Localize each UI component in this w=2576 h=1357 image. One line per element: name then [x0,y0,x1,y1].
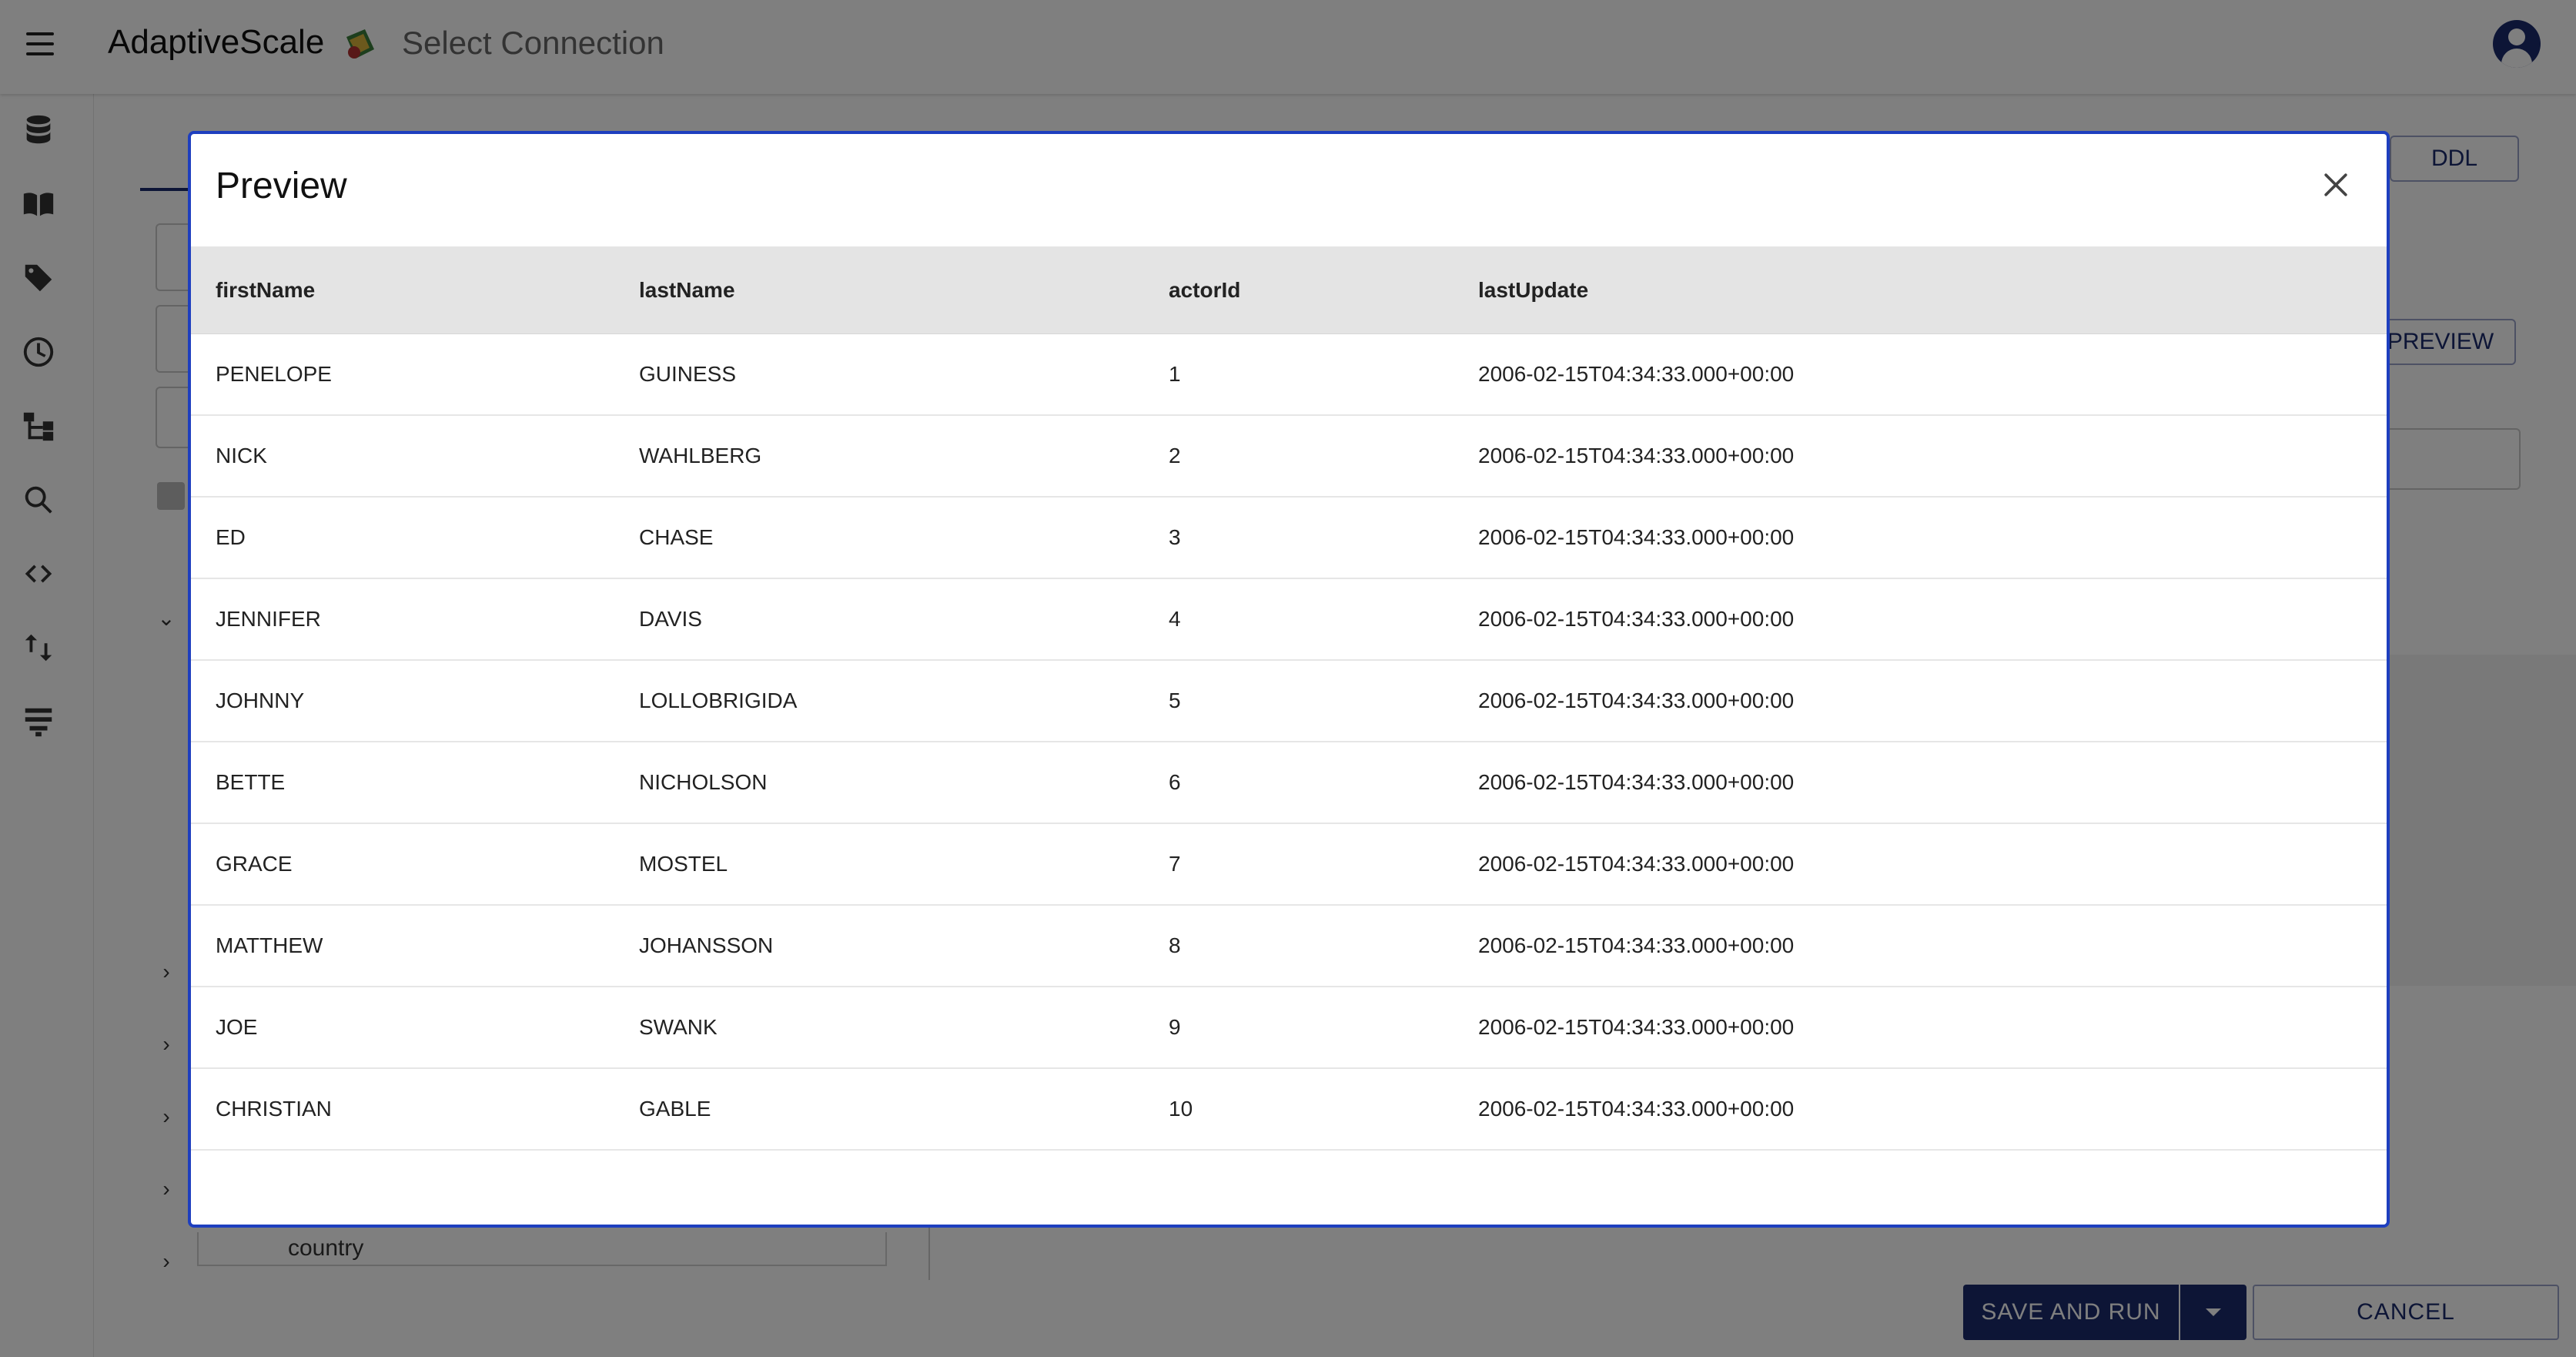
cell-lastupdate: 2006-02-15T04:34:33.000+00:00 [1478,444,1795,467]
cell-lastupdate: 2006-02-15T04:34:33.000+00:00 [1478,770,1795,794]
cell-actorid: 7 [1169,852,1181,876]
cell-lastname: JOHANSSON [639,933,774,957]
cell-firstname: JENNIFER [216,607,321,631]
preview-table: firstName lastName actorId lastUpdate PE… [191,246,2387,1151]
cell-lastupdate: 2006-02-15T04:34:33.000+00:00 [1478,933,1795,957]
table-row: GRACE MOSTEL 7 2006-02-15T04:34:33.000+0… [191,824,2387,906]
table-row: JOHNNY LOLLOBRIGIDA 5 2006-02-15T04:34:3… [191,661,2387,742]
dialog-title: Preview [216,166,347,206]
table-row: CHRISTIAN GABLE 10 2006-02-15T04:34:33.0… [191,1069,2387,1151]
preview-dialog: Preview firstName lastName actorId lastU… [188,131,2390,1228]
cell-firstname: JOHNNY [216,689,305,712]
column-header-lastupdate[interactable]: lastUpdate [1478,246,1588,333]
table-row: JENNIFER DAVIS 4 2006-02-15T04:34:33.000… [191,579,2387,661]
cell-lastname: GUINESS [639,362,737,386]
cell-actorid: 1 [1169,362,1181,386]
cell-lastname: NICHOLSON [639,770,768,794]
cell-lastupdate: 2006-02-15T04:34:33.000+00:00 [1478,1015,1795,1039]
cell-firstname: NICK [216,444,267,467]
cell-actorid: 6 [1169,770,1181,794]
cell-lastname: WAHLBERG [639,444,762,467]
table-row: BETTE NICHOLSON 6 2006-02-15T04:34:33.00… [191,742,2387,824]
cell-lastupdate: 2006-02-15T04:34:33.000+00:00 [1478,1097,1795,1121]
table-row: JOE SWANK 9 2006-02-15T04:34:33.000+00:0… [191,987,2387,1069]
cell-lastname: SWANK [639,1015,718,1039]
cell-firstname: JOE [216,1015,258,1039]
cell-actorid: 3 [1169,525,1181,549]
close-icon[interactable] [2319,168,2353,202]
table-row: ED CHASE 3 2006-02-15T04:34:33.000+00:00 [191,498,2387,579]
table-row: MATTHEW JOHANSSON 8 2006-02-15T04:34:33.… [191,906,2387,987]
cell-lastname: MOSTEL [639,852,728,876]
cell-lastname: DAVIS [639,607,702,631]
table-header: firstName lastName actorId lastUpdate [191,246,2387,334]
cell-actorid: 5 [1169,689,1181,712]
cell-firstname: PENELOPE [216,362,332,386]
cell-firstname: ED [216,525,246,549]
cell-actorid: 10 [1169,1097,1193,1121]
cell-lastname: GABLE [639,1097,711,1121]
cell-lastname: CHASE [639,525,714,549]
cell-firstname: CHRISTIAN [216,1097,332,1121]
cell-lastupdate: 2006-02-15T04:34:33.000+00:00 [1478,525,1795,549]
table-row: PENELOPE GUINESS 1 2006-02-15T04:34:33.0… [191,334,2387,416]
cell-lastupdate: 2006-02-15T04:34:33.000+00:00 [1478,362,1795,386]
table-row: NICK WAHLBERG 2 2006-02-15T04:34:33.000+… [191,416,2387,498]
cell-lastname: LOLLOBRIGIDA [639,689,798,712]
cell-lastupdate: 2006-02-15T04:34:33.000+00:00 [1478,852,1795,876]
cell-firstname: BETTE [216,770,286,794]
cell-lastupdate: 2006-02-15T04:34:33.000+00:00 [1478,689,1795,712]
cell-actorid: 4 [1169,607,1181,631]
cell-firstname: MATTHEW [216,933,323,957]
cell-actorid: 8 [1169,933,1181,957]
cell-lastupdate: 2006-02-15T04:34:33.000+00:00 [1478,607,1795,631]
cell-actorid: 2 [1169,444,1181,467]
column-header-lastname[interactable]: lastName [639,246,735,333]
column-header-actorid[interactable]: actorId [1169,246,1240,333]
cell-firstname: GRACE [216,852,293,876]
cell-actorid: 9 [1169,1015,1181,1039]
column-header-firstname[interactable]: firstName [216,246,315,333]
